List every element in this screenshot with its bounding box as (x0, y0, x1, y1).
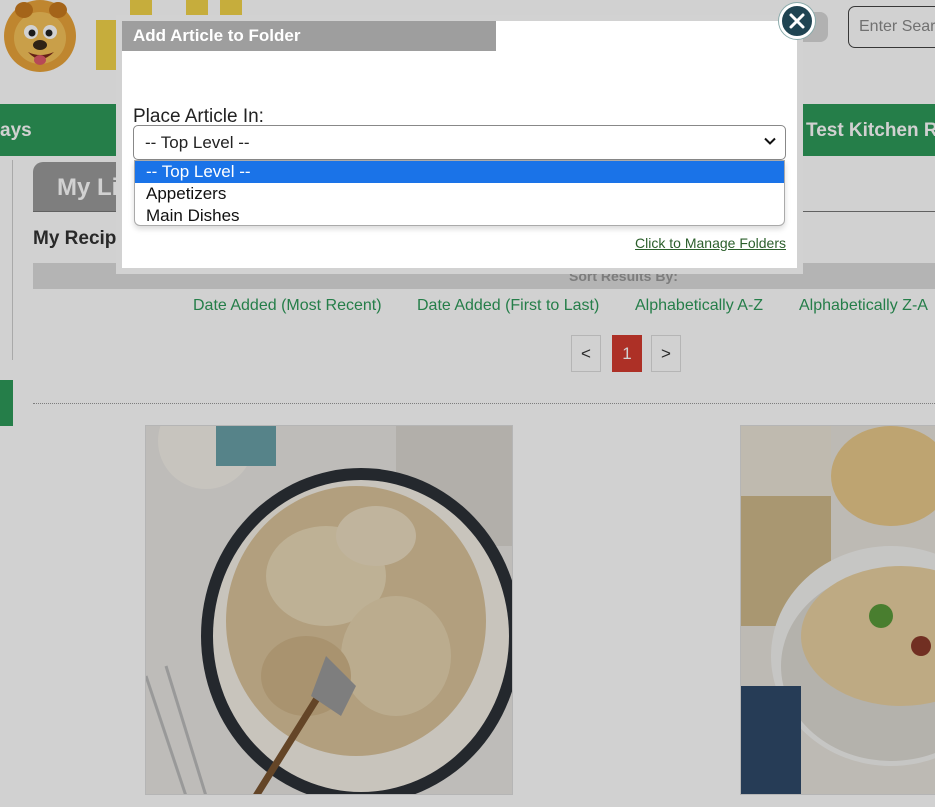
modal-close-button[interactable] (779, 3, 815, 39)
folder-select[interactable]: -- Top Level -- (133, 125, 786, 160)
add-to-folder-modal: Add Article to Folder Place Article In: … (116, 15, 803, 274)
chevron-down-icon (764, 137, 776, 145)
close-icon (789, 13, 805, 29)
folder-select-value: -- Top Level -- (145, 133, 250, 152)
folder-dropdown-list: -- Top Level -- Appetizers Main Dishes (134, 160, 785, 226)
modal-title: Add Article to Folder (122, 21, 496, 51)
folder-option-main-dishes[interactable]: Main Dishes (135, 205, 784, 225)
manage-folders-link[interactable]: Click to Manage Folders (635, 235, 786, 251)
folder-option-top-level[interactable]: -- Top Level -- (135, 161, 784, 183)
folder-option-appetizers[interactable]: Appetizers (135, 183, 784, 205)
